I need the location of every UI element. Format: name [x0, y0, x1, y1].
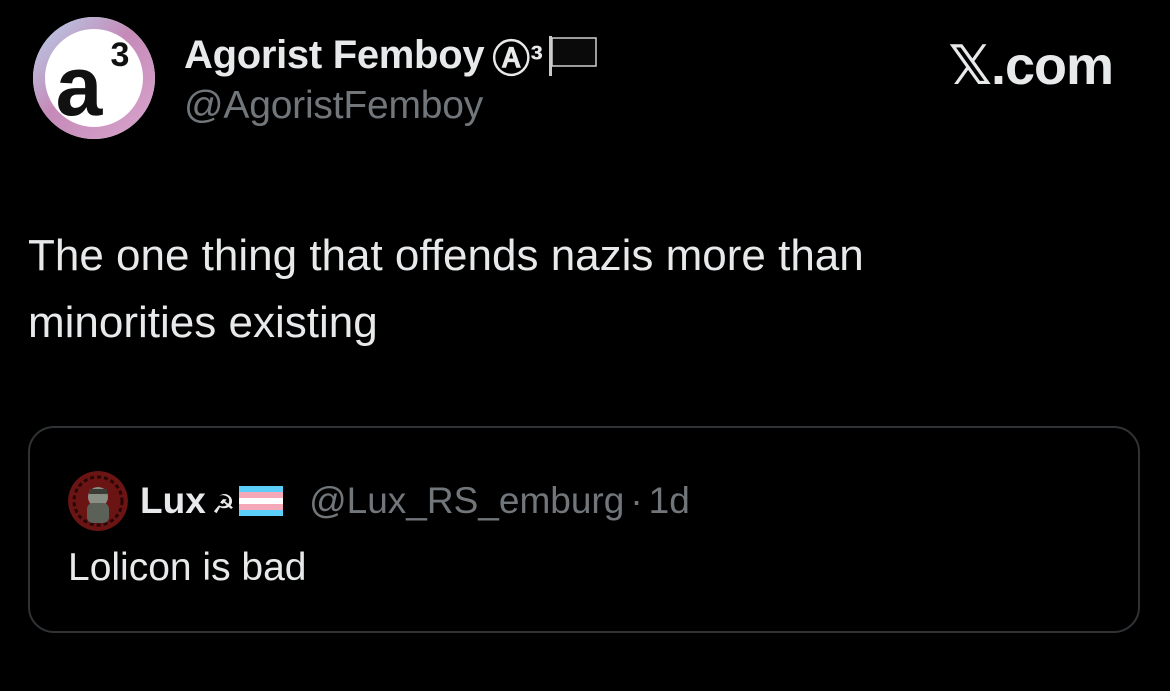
brand-label: 𝕏.com	[948, 36, 1114, 96]
svg-text:3: 3	[111, 36, 130, 74]
black-flag-icon	[547, 34, 599, 81]
author-display-name[interactable]: Agorist Femboy	[184, 33, 485, 78]
lux-avatar-icon	[68, 471, 128, 531]
trans-flag-icon	[239, 485, 284, 521]
quoted-tweet-card[interactable]: Lux ☭ @Lux_RS_emburg · 1d Lolicon is bad	[28, 426, 1140, 633]
author-handle[interactable]: @AgoristFemboy	[184, 84, 483, 128]
tweet-text: The one thing that offends nazis more th…	[28, 231, 864, 347]
quoted-tweet-time[interactable]: 1d	[649, 480, 690, 522]
author-avatar[interactable]: a 3	[32, 16, 156, 140]
quoted-author-avatar[interactable]	[68, 471, 128, 531]
tweet-header: a 3 Agorist Femboy Ⓐ³ @AgoristFemboy 𝕏.c…	[28, 14, 1143, 144]
hammer-sickle-icon: ☭	[211, 488, 236, 519]
quoted-author-handle[interactable]: @Lux_RS_emburg	[309, 480, 624, 522]
a3-logo-icon: a 3	[33, 17, 155, 139]
quoted-tweet-text: Lolicon is bad	[68, 546, 307, 589]
separator-dot: ·	[630, 480, 643, 521]
quoted-author-display-name[interactable]: Lux	[140, 480, 206, 522]
svg-text:a: a	[56, 39, 104, 133]
author-name-row[interactable]: Agorist Femboy Ⓐ³	[184, 28, 599, 83]
author-name-badges: Ⓐ³	[492, 39, 543, 81]
quoted-tweet-header: Lux ☭ @Lux_RS_emburg · 1d	[68, 471, 690, 531]
